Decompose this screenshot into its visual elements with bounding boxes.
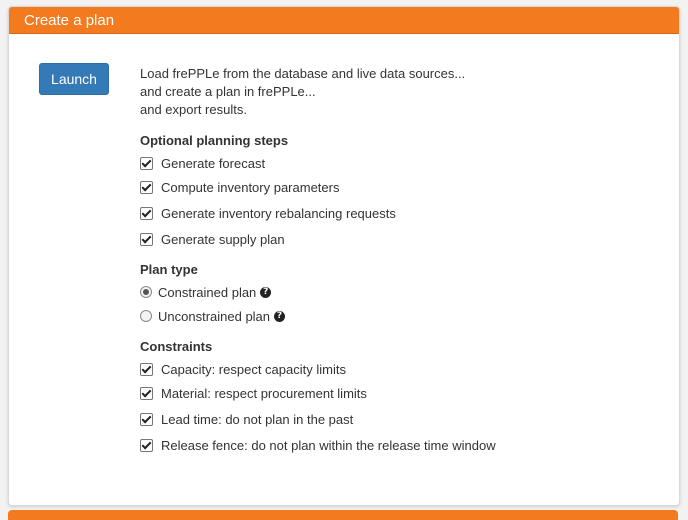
step-compute-inventory-parameters[interactable]: Compute inventory parameters <box>140 174 660 200</box>
checkbox-icon[interactable] <box>140 206 153 220</box>
constraint-label: Lead time: do not plan in the past <box>161 411 354 427</box>
step-generate-supply-plan[interactable]: Generate supply plan <box>140 226 660 252</box>
description-line-3: and export results. <box>140 102 247 117</box>
constraint-lead-time[interactable]: Lead time: do not plan in the past <box>140 406 660 432</box>
constraint-release-fence[interactable]: Release fence: do not plan within the re… <box>140 432 660 458</box>
plan-type-constrained[interactable]: Constrained plan ? <box>140 281 660 303</box>
launch-button[interactable]: Launch <box>39 63 109 95</box>
plan-type-label: Constrained plan <box>158 284 257 300</box>
description-line-2: and create a plan in frePPLe... <box>140 84 316 99</box>
plan-type-title: Plan type <box>140 262 198 277</box>
checkbox-icon[interactable] <box>140 362 153 376</box>
plan-options: Load frePPLe from the database and live … <box>140 65 660 458</box>
checkbox-icon[interactable] <box>140 386 153 400</box>
constraint-label: Material: respect procurement limits <box>161 385 367 401</box>
constraint-material[interactable]: Material: respect procurement limits <box>140 380 660 406</box>
constraint-label: Release fence: do not plan within the re… <box>161 437 496 453</box>
checkbox-icon[interactable] <box>140 232 153 246</box>
radio-icon[interactable] <box>140 310 152 322</box>
step-generate-rebalancing-requests[interactable]: Generate inventory rebalancing requests <box>140 200 660 226</box>
question-circle-icon[interactable]: ? <box>260 286 272 298</box>
plan-type-label: Unconstrained plan <box>158 308 271 324</box>
panel-title: Create a plan <box>24 11 115 29</box>
step-label: Generate forecast <box>161 155 266 171</box>
checkbox-icon[interactable] <box>140 156 153 170</box>
plan-type-unconstrained[interactable]: Unconstrained plan ? <box>140 303 660 329</box>
step-label: Generate inventory rebalancing requests <box>161 205 396 221</box>
step-label: Compute inventory parameters <box>161 179 340 195</box>
step-label: Generate supply plan <box>161 231 285 247</box>
constraint-capacity[interactable]: Capacity: respect capacity limits <box>140 358 660 380</box>
checkbox-icon[interactable] <box>140 438 153 452</box>
panel-header: Create a plan <box>9 7 679 34</box>
step-generate-forecast[interactable]: Generate forecast <box>140 152 660 174</box>
create-plan-panel: Create a plan Launch Load frePPLe from t… <box>8 6 680 506</box>
checkbox-icon[interactable] <box>140 412 153 426</box>
next-panel-header <box>8 510 678 520</box>
question-circle-icon[interactable]: ? <box>274 310 286 322</box>
description-line-1: Load frePPLe from the database and live … <box>140 66 466 81</box>
radio-icon[interactable] <box>140 286 152 298</box>
checkbox-icon[interactable] <box>140 180 153 194</box>
constraints-title: Constraints <box>140 339 213 354</box>
constraint-label: Capacity: respect capacity limits <box>161 361 346 377</box>
optional-steps-title: Optional planning steps <box>140 133 289 148</box>
